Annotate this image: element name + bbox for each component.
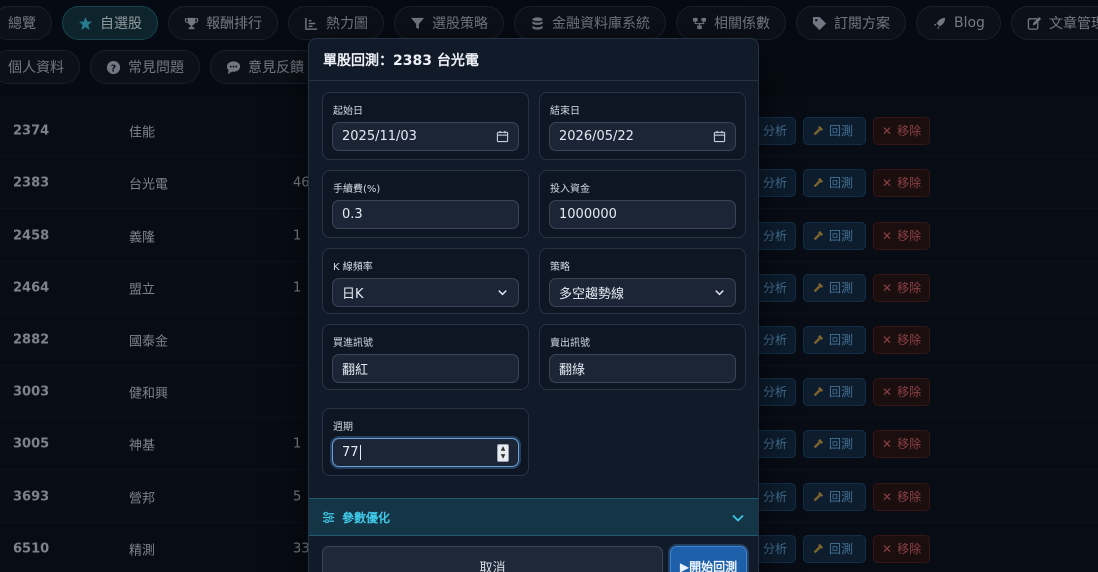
kline-value: 日K [342,287,364,302]
sell-signal-label: 賣出訊號 [550,338,590,349]
period-input[interactable]: 77 ▲ ▼ [332,438,519,467]
chevron-down-icon [498,290,507,296]
period-label: 週期 [333,422,353,433]
number-spinner[interactable]: ▲ ▼ [497,443,509,462]
start-backtest-button[interactable]: ▶開始回測 [670,546,747,572]
strategy-group: 策略 多空趨勢線 [539,248,746,314]
calendar-icon[interactable] [496,130,509,143]
end-date-group: 結束日 2026/05/22 [539,92,746,160]
cancel-button[interactable]: 取消 [322,546,663,572]
start-date-input[interactable]: 2025/11/03 [332,122,519,151]
strategy-value: 多空趨勢線 [559,287,625,302]
capital-input[interactable]: 1000000 [549,200,736,229]
buy-signal-group: 買進訊號 翻紅 [322,324,529,390]
buy-signal-input[interactable]: 翻紅 [332,354,519,383]
spinner-down-icon[interactable]: ▼ [501,453,506,460]
buy-signal-value: 翻紅 [342,363,369,378]
fee-group: 手續費(%) 0.3 [322,170,529,238]
strategy-select[interactable]: 多空趨勢線 [549,278,736,307]
optimize-label: 參數優化 [342,510,391,525]
backtest-modal: 單股回測：2383 台光電 起始日 2025/11/03 結束日 2026/05… [308,38,759,572]
period-value: 77 [342,445,359,460]
modal-title: 單股回測：2383 台光電 [323,53,479,69]
sliders-icon [322,511,335,523]
kline-group: K 線頻率 日K [322,248,529,314]
capital-value: 1000000 [559,207,617,222]
sell-signal-group: 賣出訊號 翻綠 [539,324,746,390]
start-date-value: 2025/11/03 [342,129,417,144]
capital-group: 投入資金 1000000 [539,170,746,238]
chevron-down-icon [715,290,724,296]
parameter-optimize-toggle[interactable]: 參數優化 [309,498,758,536]
sell-signal-input[interactable]: 翻綠 [549,354,736,383]
start-date-group: 起始日 2025/11/03 [322,92,529,160]
sell-signal-value: 翻綠 [559,363,586,378]
calendar-icon[interactable] [713,130,726,143]
period-group: 週期 77 ▲ ▼ [322,408,529,476]
fee-label: 手續費(%) [333,184,381,195]
fee-input[interactable]: 0.3 [332,200,519,229]
divider [309,80,758,81]
start-date-label: 起始日 [333,106,363,117]
end-date-value: 2026/05/22 [559,129,634,144]
end-date-label: 結束日 [550,106,580,117]
spinner-up-icon[interactable]: ▲ [501,445,506,452]
kline-label: K 線頻率 [333,262,373,273]
chevron-down-icon [732,514,744,522]
fee-value: 0.3 [342,207,363,222]
capital-label: 投入資金 [550,184,590,195]
strategy-label: 策略 [550,262,570,273]
buy-signal-label: 買進訊號 [333,338,373,349]
text-caret [359,445,361,460]
kline-select[interactable]: 日K [332,278,519,307]
end-date-input[interactable]: 2026/05/22 [549,122,736,151]
